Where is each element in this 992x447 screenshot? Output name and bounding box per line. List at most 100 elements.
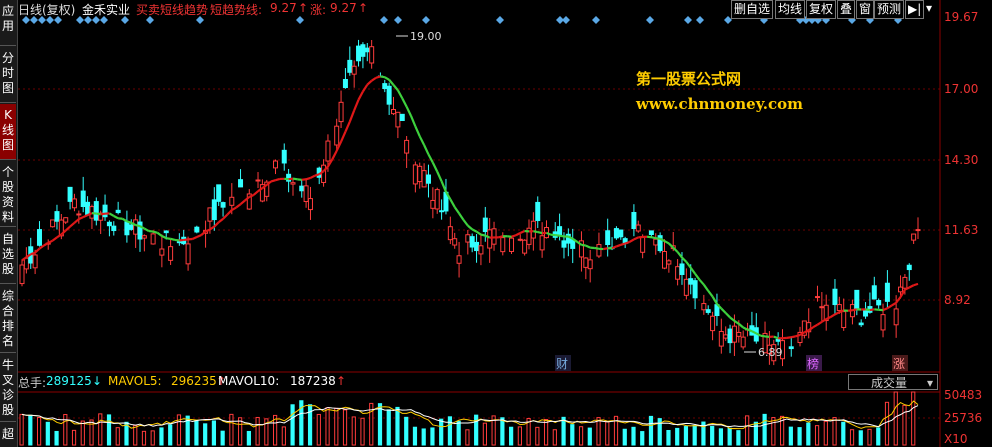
volume-bar [867,428,872,446]
candle-body [176,241,182,244]
volume-bar [316,413,321,446]
window-button[interactable]: 窗 [856,0,875,19]
volume-bar [115,427,120,446]
volume-bar [675,427,680,446]
price-tick: 17.00 [944,82,979,96]
marker-zhang[interactable]: 涨 [893,356,905,371]
indicator-name[interactable]: 买卖短线趋势 [136,1,208,18]
trend-line-segment [56,233,62,239]
volume-bar [98,413,103,446]
overlay-button[interactable]: 叠 [837,0,856,19]
trend-line-segment [816,320,823,326]
candle-body [434,189,440,210]
trend-line-segment [213,221,220,228]
candle-body [128,224,134,230]
volume-bar [439,418,444,446]
trend-line-segment [498,235,504,239]
trend-line-segment [685,261,692,269]
candle-body [666,260,672,265]
candle-body [456,255,462,264]
candle-body [854,289,860,310]
volume-bar [849,429,855,446]
period-label[interactable]: 日线(复权) [18,1,75,18]
trend-line-segment [672,246,679,253]
forecast-button[interactable]: 预测 [874,0,905,19]
trend-line-segment [200,230,207,236]
trend-line-segment [152,230,158,234]
trend-line-segment [886,304,893,310]
candle-body [347,59,353,73]
candle-body [168,246,174,261]
trend-line-segment [366,79,373,86]
up-arrow-icon: ↑ [358,1,369,15]
marker-cai[interactable]: 财 [556,357,568,371]
volume-bar [692,424,697,446]
ma-line-button[interactable]: 均线 [775,0,806,19]
volume-total-value: 289125 [46,374,92,388]
volume-bar [543,418,549,446]
trend-line-segment [603,247,608,251]
trend-line-segment [663,240,670,245]
trend-line-segment [620,242,626,246]
collapse-panel-icon[interactable]: ▶| [905,0,925,19]
trend-line-segment [689,267,696,275]
volume-bar [447,416,453,446]
volume-total-label: 总手: [18,376,47,390]
candle-body [386,85,392,105]
trend-line-segment [786,336,792,339]
trend-line-segment [414,125,421,137]
volume-tick: 25736 [944,411,983,425]
trend-line-segment [384,76,390,81]
candle-body [653,238,659,246]
volume-bar [509,426,514,446]
trend-line-segment [309,174,316,179]
trend-line-segment [222,213,229,220]
candle-body [67,186,73,202]
candle-body [124,221,130,236]
trend-line-segment [331,150,338,160]
trend-line-segment [344,121,351,133]
volume-bar [36,417,42,446]
candle-body [238,179,244,188]
trend-line-segment [388,79,395,86]
candle-body [482,217,488,232]
volume-bar [902,404,907,446]
volume-indicator-select[interactable]: 成交量 ▾ [848,374,938,390]
candle-body [36,229,42,246]
trend-line-segment [431,162,439,173]
marker-bang[interactable]: 榜 [807,356,819,371]
trend-line-segment [436,171,443,182]
volume-bar [159,427,164,446]
volume-bar [150,430,155,446]
candle-body [640,236,646,253]
candle-body [819,306,825,309]
trend-line-segment [30,251,36,256]
price-axis: 19.67 17.00 14.30 11.63 8.92 50483 25736… [940,0,992,447]
restore-rights-button[interactable]: 复权 [806,0,837,19]
volume-bar [465,429,470,446]
volume-bar [203,423,208,446]
trend-line-segment [760,334,766,338]
trend-line-segment [121,217,128,223]
chevron-down-icon[interactable]: ▾ [924,0,935,17]
candle-body [325,140,331,162]
candle-body [731,325,737,343]
candle-body [111,225,117,232]
candle-body [321,164,327,183]
volume-bar [683,426,689,446]
volume-bar [631,426,636,446]
volume-indicator-value: 成交量 [871,376,908,390]
candle-body [23,257,29,270]
candle-body [522,239,528,254]
candle-body [692,280,698,299]
candle-body [683,278,689,296]
trend-line-segment [821,318,827,323]
volume-bar [605,421,610,446]
volume-bar [640,431,645,446]
trend-line-segment [96,212,101,216]
candle-body [474,241,480,252]
trend-line-segment [773,335,779,340]
trend-line-segment [908,284,915,289]
candle-body [613,228,619,239]
delete-watchlist-button[interactable]: 删自选 [731,0,774,19]
